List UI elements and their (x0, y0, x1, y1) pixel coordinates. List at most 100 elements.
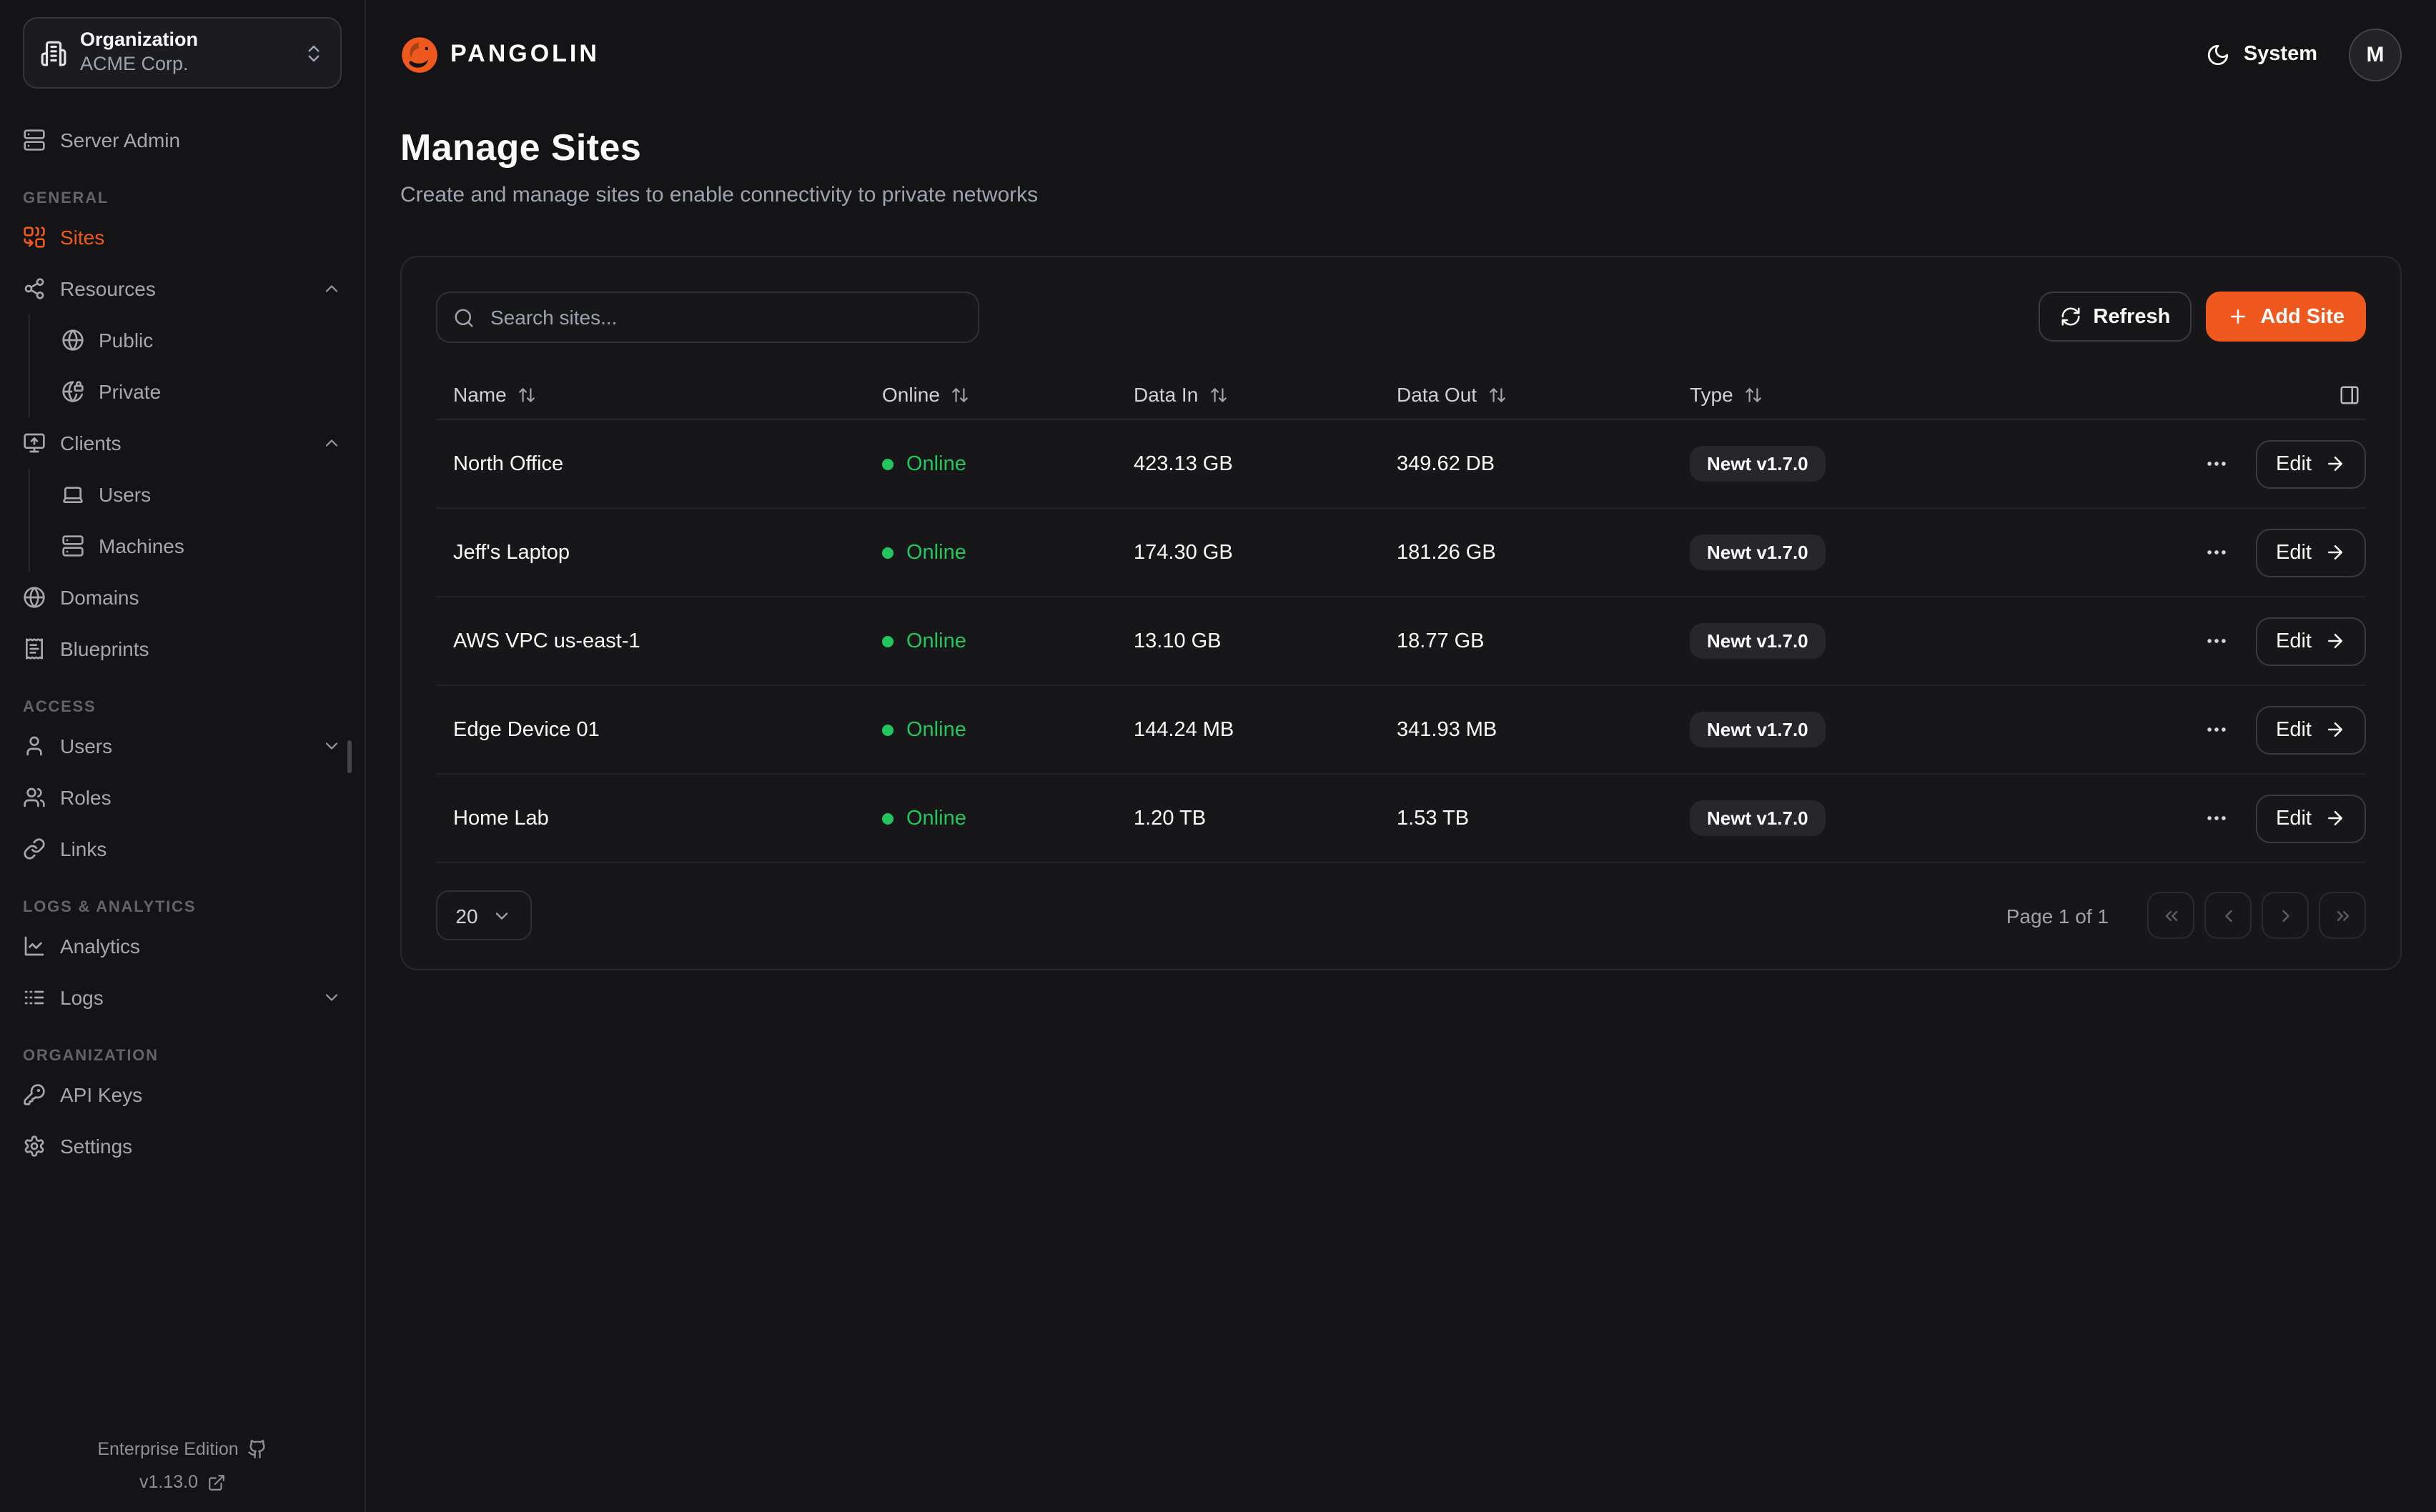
chevrons-up-down-icon (303, 42, 325, 64)
sidebar: Organization ACME Corp. Server Admin GEN… (0, 0, 366, 1512)
external-link-icon[interactable] (207, 1473, 225, 1492)
search-input[interactable] (487, 304, 962, 330)
column-header-type[interactable]: Type (1673, 383, 2152, 406)
row-menu-button[interactable] (2204, 452, 2229, 476)
type-badge: Newt v1.7.0 (1690, 800, 1826, 836)
edition-label: Enterprise Edition (97, 1441, 238, 1458)
sidebar-item-roles[interactable]: Roles (23, 772, 342, 823)
page-size-value: 20 (455, 904, 477, 927)
add-site-button[interactable]: Add Site (2206, 292, 2366, 342)
table-row: AWS VPC us-east-1 Online 13.10 GB 18.77 … (436, 597, 2366, 686)
workflow-icon (23, 277, 46, 300)
site-data-out: 349.62 DB (1380, 452, 1673, 475)
site-status: Online (865, 718, 1116, 741)
sidebar-item-analytics[interactable]: Analytics (23, 920, 342, 972)
sidebar-item-server-admin[interactable]: Server Admin (23, 114, 342, 166)
users-icon (23, 786, 46, 809)
sidebar-item-blueprints[interactable]: Blueprints (23, 623, 342, 675)
type-badge: Newt v1.7.0 (1690, 623, 1826, 659)
sidebar-item-label: Machines (99, 534, 184, 557)
sidebar-item-users[interactable]: Users (23, 720, 342, 772)
sidebar-item-clients[interactable]: Clients (23, 417, 342, 469)
sidebar-item-label: Resources (60, 277, 156, 300)
sidebar-item-label: Blueprints (60, 637, 149, 660)
edit-button[interactable]: Edit (2256, 794, 2366, 842)
org-name: ACME Corp. (80, 53, 290, 77)
previous-page-button[interactable] (2204, 892, 2252, 939)
sidebar-item-sites[interactable]: Sites (23, 212, 342, 263)
refresh-label: Refresh (2093, 305, 2170, 328)
edit-button[interactable]: Edit (2256, 705, 2366, 754)
sidebar-item-private[interactable]: Private (61, 366, 342, 417)
row-menu-button[interactable] (2204, 629, 2229, 653)
site-type-cell: Newt v1.7.0 (1673, 534, 2152, 570)
sidebar-item-api-keys[interactable]: API Keys (23, 1069, 342, 1120)
sort-icon (1488, 385, 1507, 404)
edit-button[interactable]: Edit (2256, 439, 2366, 488)
sidebar-item-resources[interactable]: Resources (23, 263, 342, 314)
globe-icon (61, 329, 84, 352)
section-label-organization: ORGANIZATION (23, 1048, 342, 1065)
online-dot (882, 547, 893, 558)
row-actions: Edit (2152, 439, 2366, 488)
type-badge: Newt v1.7.0 (1690, 712, 1826, 747)
topbar: PANGOLIN System M (400, 0, 2402, 81)
avatar[interactable]: M (2349, 28, 2402, 81)
brand: PANGOLIN (400, 35, 600, 74)
column-header-data-out[interactable]: Data Out (1380, 383, 1673, 406)
table-row: Edge Device 01 Online 144.24 MB 341.93 M… (436, 686, 2366, 775)
page-head: Manage Sites Create and manage sites to … (400, 126, 2402, 207)
edit-button[interactable]: Edit (2256, 617, 2366, 665)
column-visibility-toggle[interactable] (2152, 384, 2366, 405)
table-row: Jeff's Laptop Online 174.30 GB 181.26 GB… (436, 509, 2366, 597)
status-text: Online (906, 452, 966, 475)
edit-button[interactable]: Edit (2256, 528, 2366, 577)
section-label-general: GENERAL (23, 190, 342, 207)
refresh-button[interactable]: Refresh (2039, 292, 2192, 342)
columns-icon (2339, 384, 2360, 405)
sidebar-item-logs[interactable]: Logs (23, 972, 342, 1023)
ellipsis-icon (2204, 806, 2229, 830)
first-page-button[interactable] (2147, 892, 2194, 939)
section-label-logs-analytics: LOGS & ANALYTICS (23, 899, 342, 916)
sidebar-item-public[interactable]: Public (61, 314, 342, 366)
sidebar-item-machines[interactable]: Machines (61, 520, 342, 572)
site-data-in: 423.13 GB (1116, 452, 1380, 475)
row-menu-button[interactable] (2204, 806, 2229, 830)
sidebar-item-links[interactable]: Links (23, 823, 342, 875)
sidebar-item-settings[interactable]: Settings (23, 1120, 342, 1172)
search-icon (453, 307, 475, 328)
sidebar-item-client-users[interactable]: Users (61, 469, 342, 520)
chart-line-icon (23, 935, 46, 958)
column-header-online[interactable]: Online (865, 383, 1116, 406)
status-text: Online (906, 630, 966, 652)
sidebar-item-label: Public (99, 329, 153, 352)
site-name: AWS VPC us-east-1 (436, 630, 865, 652)
type-badge: Newt v1.7.0 (1690, 534, 1826, 570)
next-page-button[interactable] (2262, 892, 2309, 939)
avatar-initial: M (2367, 42, 2385, 66)
column-header-data-in[interactable]: Data In (1116, 383, 1380, 406)
row-menu-button[interactable] (2204, 717, 2229, 742)
page-size-select[interactable]: 20 (436, 890, 532, 940)
sidebar-item-domains[interactable]: Domains (23, 572, 342, 623)
pager-buttons (2147, 892, 2366, 939)
site-data-out: 341.93 MB (1380, 718, 1673, 741)
chevron-down-icon (322, 736, 342, 756)
column-header-name[interactable]: Name (436, 383, 865, 406)
site-status: Online (865, 807, 1116, 830)
site-type-cell: Newt v1.7.0 (1673, 446, 2152, 482)
main-content: PANGOLIN System M Manage Sites Create an… (366, 0, 2436, 1512)
chevrons-left-icon (2161, 905, 2181, 925)
page-title: Manage Sites (400, 126, 2402, 170)
row-actions: Edit (2152, 705, 2366, 754)
row-menu-button[interactable] (2204, 540, 2229, 564)
combine-icon (23, 226, 46, 249)
org-switcher[interactable]: Organization ACME Corp. (23, 17, 342, 89)
theme-toggle[interactable]: System (2207, 42, 2317, 66)
sidebar-item-label: Clients (60, 432, 122, 454)
github-icon[interactable] (247, 1439, 267, 1459)
theme-label: System (2244, 43, 2317, 66)
last-page-button[interactable] (2319, 892, 2366, 939)
sidebar-scrollbar[interactable] (347, 740, 352, 773)
